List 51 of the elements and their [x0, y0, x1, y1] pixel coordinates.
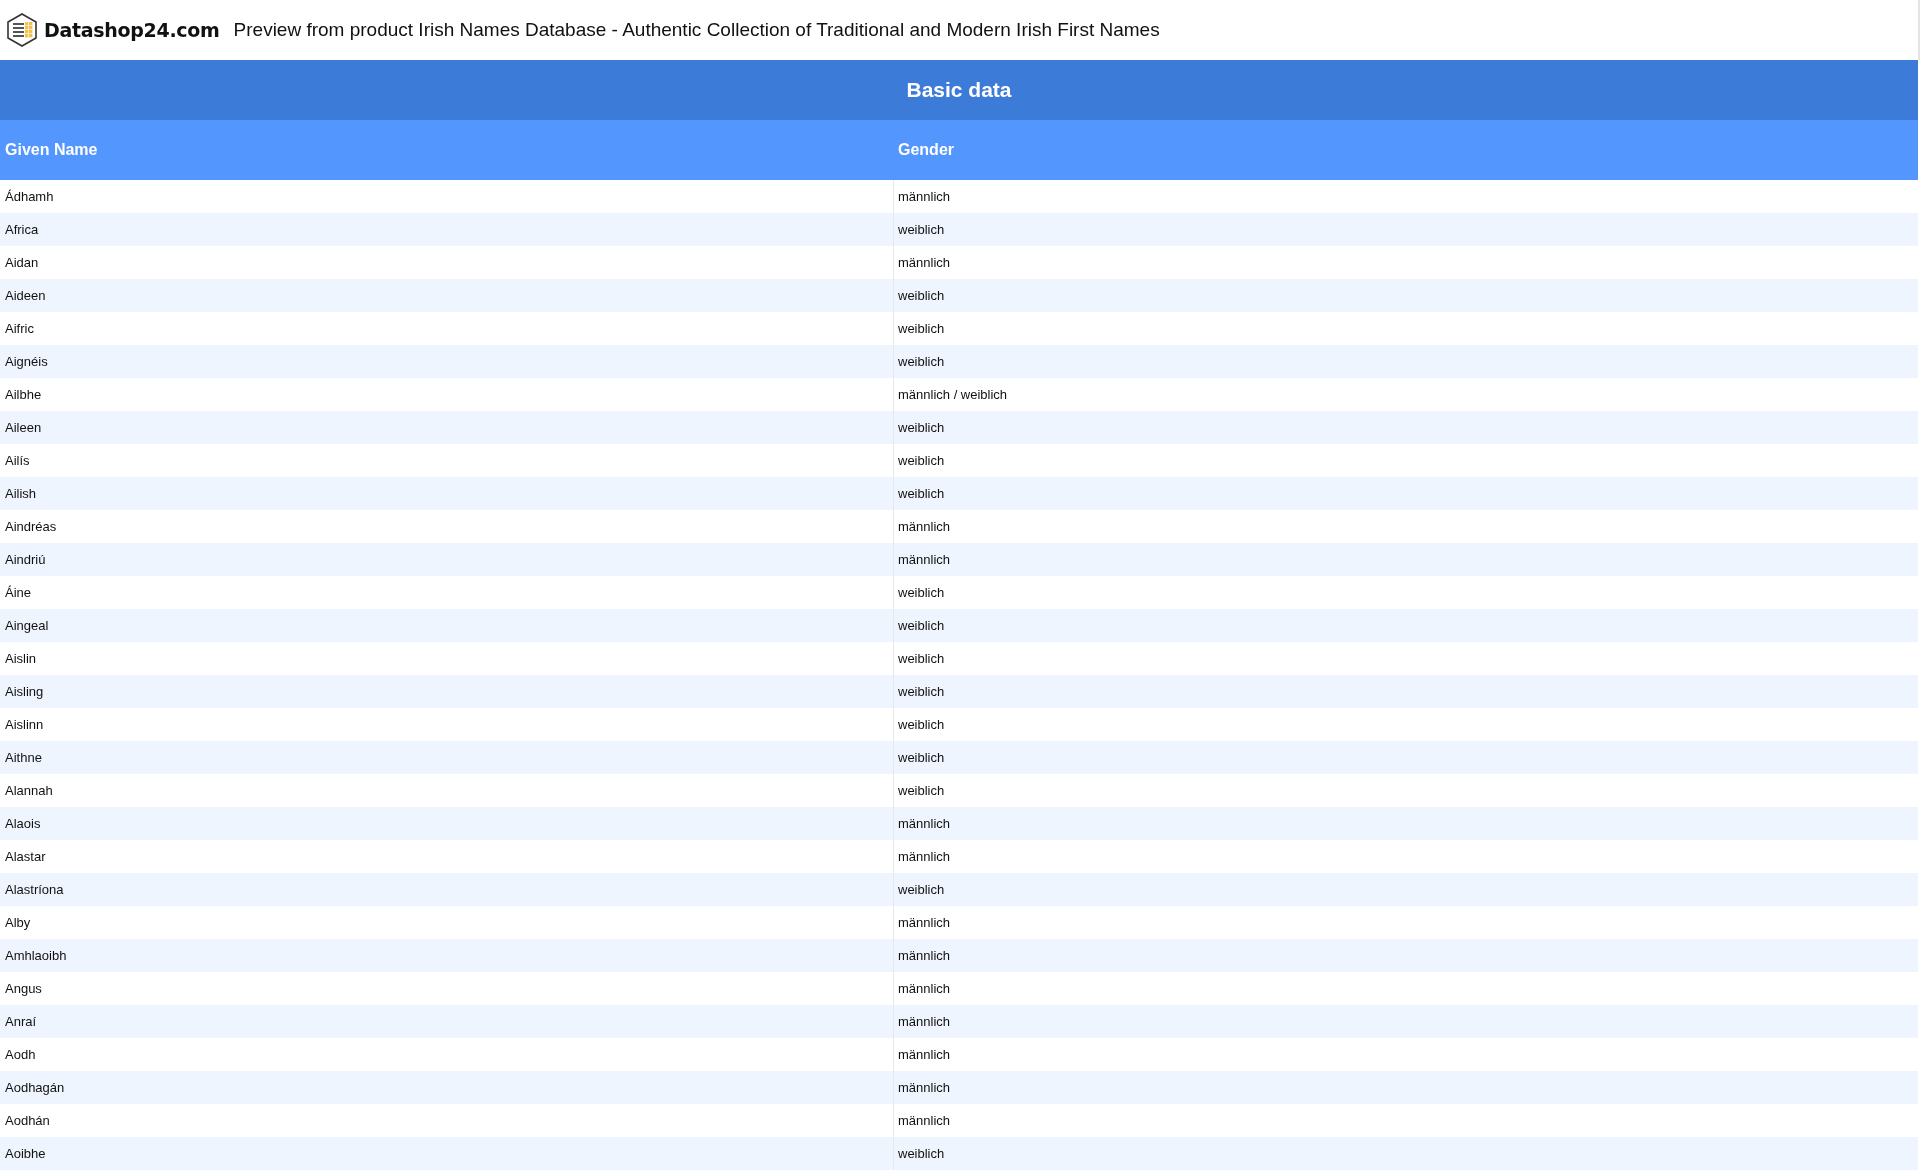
table-cell: Alaois: [0, 807, 893, 840]
table-cell: Aithne: [0, 741, 893, 774]
page-title: Preview from product Irish Names Database - Authentic Collection of Traditional and Modern Irish First Names: [233, 19, 1160, 41]
table-cell: Amhlaoibh: [0, 939, 893, 972]
table-cell-text: Áine: [4, 584, 33, 602]
table-cell-text: Ailbhe: [4, 386, 43, 404]
column-header: Gender: [893, 120, 1918, 180]
table-cell-text: Aodhán: [4, 1112, 51, 1130]
table-cell: Aignéis: [0, 345, 893, 378]
table-cell: männlich: [893, 1071, 1918, 1104]
database-logo-icon: [6, 13, 38, 47]
table-cell: männlich: [893, 939, 1918, 972]
column-header: Given Name: [0, 120, 893, 180]
table-cell-text: Angus: [4, 980, 43, 998]
table-cell: männlich: [893, 1005, 1918, 1038]
table-cell: weiblich: [893, 609, 1918, 642]
table-cell: weiblich: [893, 345, 1918, 378]
table-cell: Anraí: [0, 1005, 893, 1038]
table-cell: Aoibhe: [0, 1137, 893, 1170]
table-cell: weiblich: [893, 1137, 1918, 1170]
table-cell-text: Aislinn: [4, 716, 45, 734]
table-cell-text: Alby: [4, 914, 32, 932]
table-cell: Aisling: [0, 675, 893, 708]
table-cell: Aideen: [0, 279, 893, 312]
table-cell: weiblich: [893, 213, 1918, 246]
table-cell: Aodhagán: [0, 1071, 893, 1104]
table-cell: Africa: [0, 213, 893, 246]
table-cell: männlich: [893, 543, 1918, 576]
table-cell: weiblich: [893, 477, 1918, 510]
table-cell: Aileen: [0, 411, 893, 444]
table-cell-text: Aindréas: [4, 518, 58, 536]
table-cell-text: Alannah: [4, 782, 54, 800]
table-cell-text: Alastar: [4, 848, 47, 866]
table-cell: männlich: [893, 807, 1918, 840]
table-cell-text: Aifric: [4, 320, 35, 338]
table-cell-text: Aidan: [4, 254, 40, 272]
table-cell: weiblich: [893, 411, 1918, 444]
table-cell: Aingeal: [0, 609, 893, 642]
table-cell: weiblich: [893, 741, 1918, 774]
table-cell-text: Aodh: [4, 1046, 37, 1064]
table-cell-text: Ádhamh: [4, 188, 55, 206]
table-cell: Alastríona: [0, 873, 893, 906]
table-cell: weiblich: [893, 873, 1918, 906]
table-cell: weiblich: [893, 279, 1918, 312]
section-title: Basic data: [0, 60, 1918, 120]
table-cell-text: Ailís: [4, 452, 31, 470]
table-cell: weiblich: [893, 675, 1918, 708]
table-cell: Aindriú: [0, 543, 893, 576]
table-cell: Ailish: [0, 477, 893, 510]
site-logo-text[interactable]: Datashop24.com: [44, 19, 220, 41]
table-cell-text: Aislin: [4, 650, 38, 668]
